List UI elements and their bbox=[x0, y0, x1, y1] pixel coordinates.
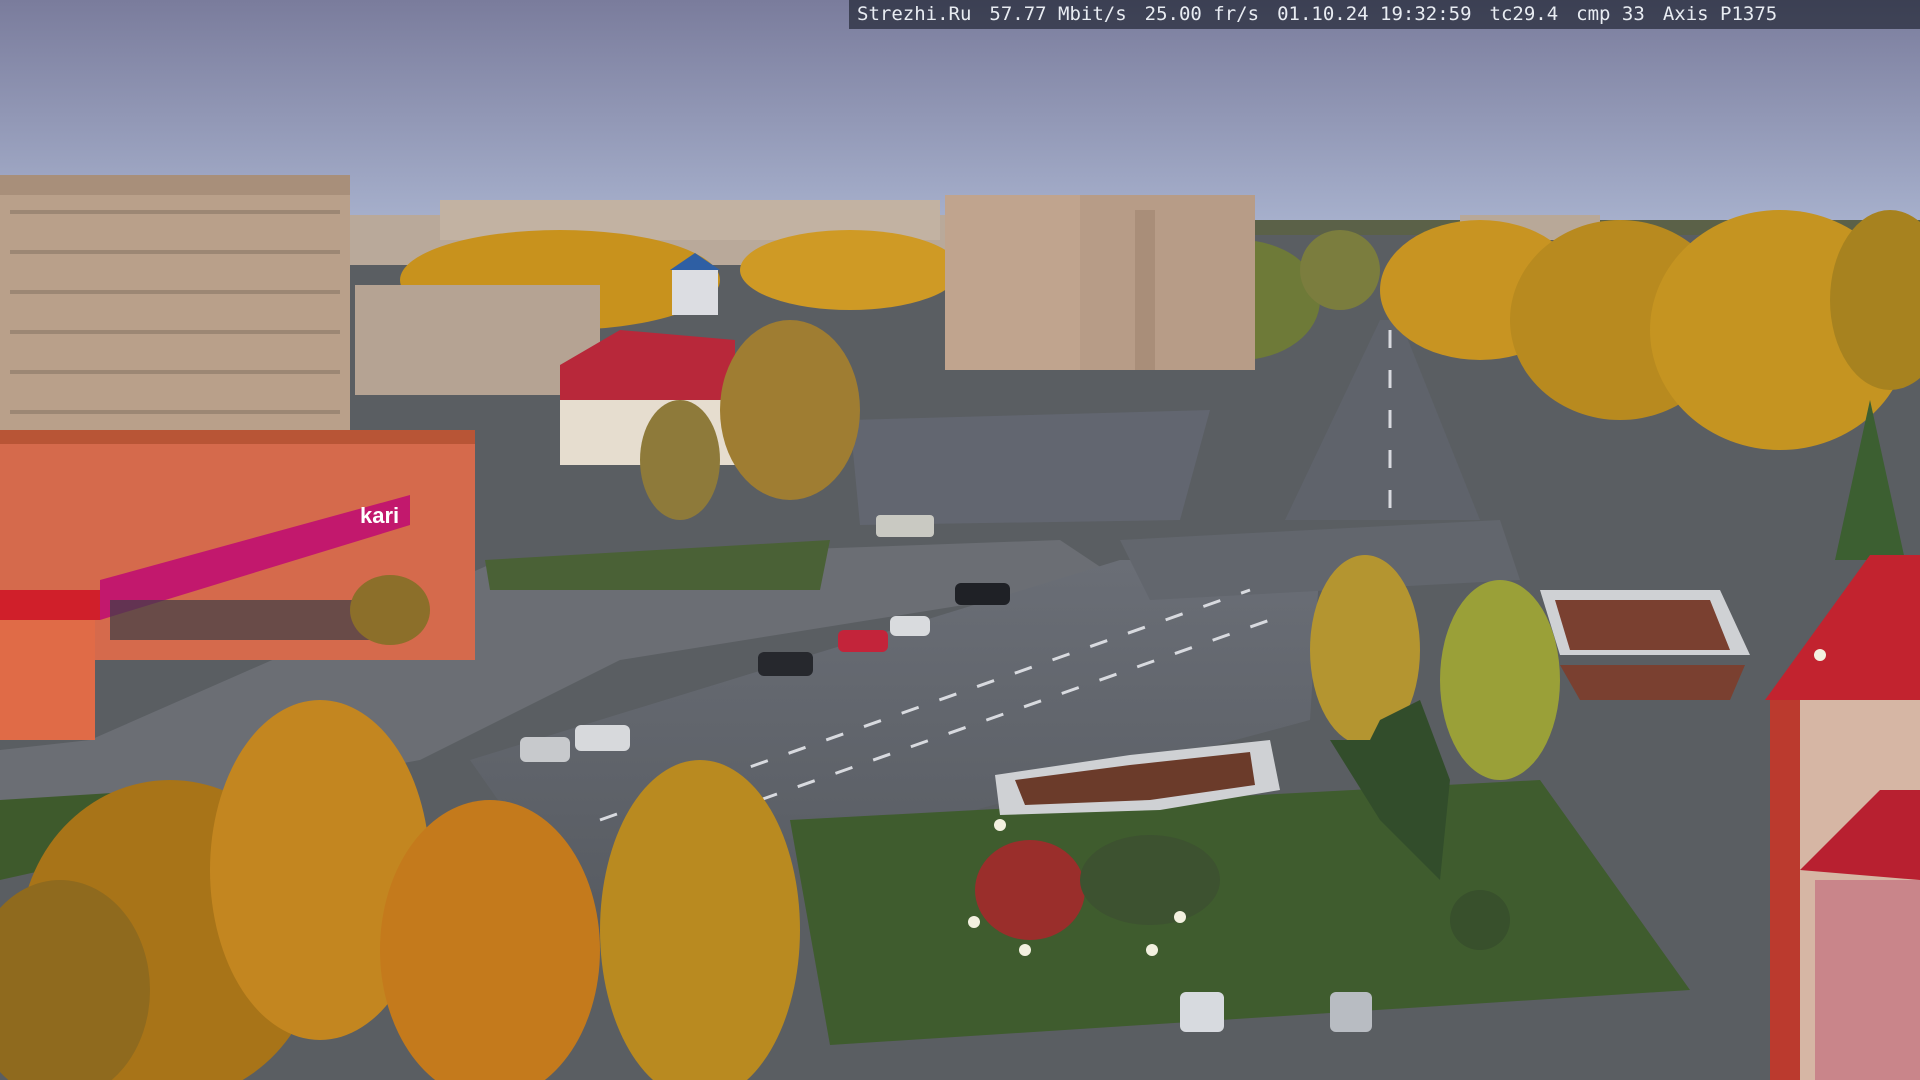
site-name: Strezhi.Ru bbox=[857, 3, 972, 25]
webcam-scene: kari bbox=[0, 0, 1920, 1080]
framerate-readout: 25.00 fr/s bbox=[1144, 3, 1260, 25]
timestamp: 01.10.24 19:32:59 bbox=[1277, 3, 1472, 25]
plaza bbox=[850, 410, 1210, 525]
camera-info-overlay: Strezhi.Ru 57.77 Mbit/s 25.00 fr/s 01.10… bbox=[849, 0, 1920, 29]
store-sign: kari bbox=[360, 503, 399, 528]
tc-readout: tc29.4 bbox=[1489, 3, 1559, 25]
camera-model: Axis P1375 bbox=[1662, 3, 1778, 25]
compression-readout: cmp 33 bbox=[1576, 3, 1645, 25]
bitrate-readout: 57.77 Mbit/s bbox=[989, 3, 1127, 25]
apartment-block-center bbox=[945, 195, 1255, 370]
